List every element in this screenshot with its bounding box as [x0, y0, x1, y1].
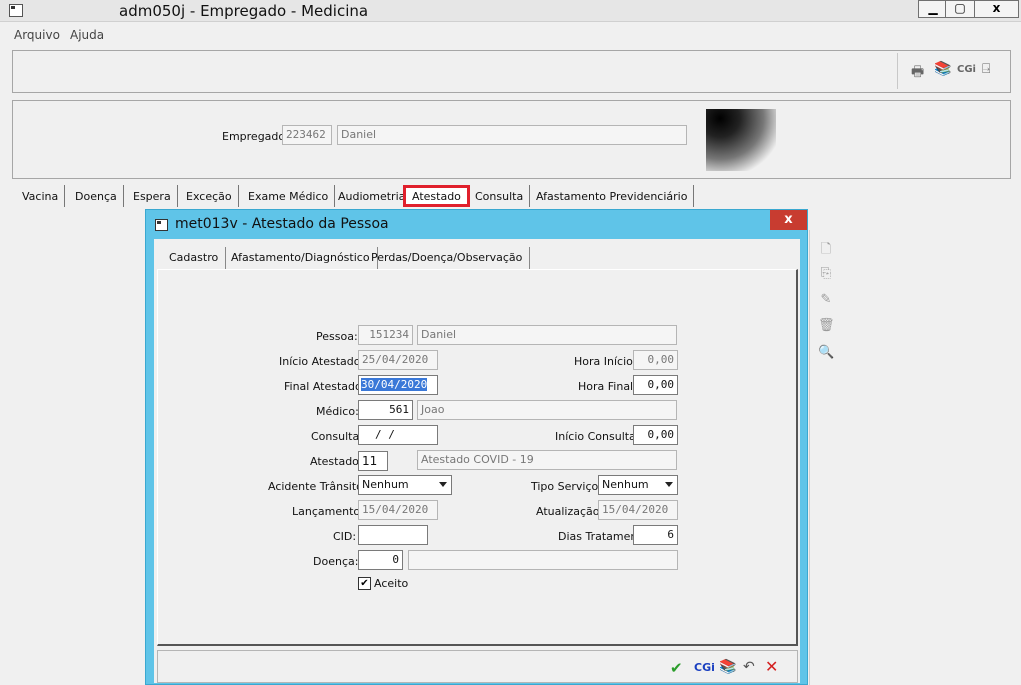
toolbar-panel: [12, 50, 1011, 93]
app-icon: [9, 4, 23, 17]
books-icon[interactable]: 📚: [934, 61, 951, 81]
consulta-field[interactable]: / /: [358, 425, 438, 445]
inicio-consulta-label: Início Consulta:: [555, 430, 640, 443]
employee-code-field: 223462: [282, 125, 332, 145]
tab-afastamento-diagnostico[interactable]: Afastamento/Diagnóstico: [224, 247, 378, 269]
search-icon[interactable]: 🔍: [818, 345, 834, 361]
tipo-servico-select[interactable]: Nenhum: [598, 475, 678, 495]
atestado-description-field: Atestado COVID - 19: [417, 450, 677, 470]
menu-arquivo[interactable]: Arquivo: [14, 28, 60, 42]
minimize-button[interactable]: ▁: [918, 0, 948, 18]
window-close-button[interactable]: x: [974, 0, 1019, 18]
doenca-label: Doença:: [313, 555, 359, 568]
lancamento-field: 15/04/2020: [358, 500, 438, 520]
acidente-transito-label: Acidente Trânsito:: [268, 480, 367, 493]
employee-label: Empregado:: [222, 130, 289, 143]
tab-excecao[interactable]: Exceção: [180, 185, 239, 207]
dialog-close-button[interactable]: x: [770, 210, 807, 230]
atestado-label: Atestado:: [310, 455, 363, 468]
tab-espera[interactable]: Espera: [127, 185, 178, 207]
tab-cadastro[interactable]: Cadastro: [162, 247, 227, 269]
atestado-code-field[interactable]: 11: [358, 451, 388, 471]
inicio-atestado-field: 25/04/2020: [358, 350, 438, 370]
atestado-dialog: met013v - Atestado da Pessoa x Cadastro …: [145, 209, 808, 685]
restore-button[interactable]: ▢: [945, 0, 975, 18]
form-panel: Pessoa: 151234 Daniel Início Atestado: 2…: [157, 269, 798, 646]
menu-bar: Arquivo Ajuda: [0, 24, 1021, 46]
dias-tratamento-field[interactable]: 6: [633, 525, 678, 545]
tipo-servico-label: Tipo Serviço:: [531, 480, 602, 493]
medico-code-field[interactable]: 561: [358, 400, 413, 420]
medico-label: Médico:: [316, 405, 359, 418]
pessoa-code-field: 151234: [358, 325, 413, 345]
atualizacao-field: 15/04/2020: [598, 500, 678, 520]
acidente-transito-value: Nenhum: [362, 478, 409, 491]
chevron-down-icon: [665, 482, 673, 487]
new-document-icon[interactable]: 🗋: [818, 240, 834, 257]
dialog-icon: [155, 219, 168, 231]
tab-afastamento-previdenciario[interactable]: Afastamento Previdenciário: [530, 185, 695, 207]
window-title-bar: adm050j - Empregado - Medicina ▁ ▢ x: [0, 0, 1021, 22]
hora-final-label: Hora Final:: [578, 380, 637, 393]
hora-final-field[interactable]: 0,00: [633, 375, 678, 395]
cid-label: CID:: [333, 530, 357, 543]
hora-inicio-label: Hora Início:: [574, 355, 637, 368]
inicio-consulta-field[interactable]: 0,00: [633, 425, 678, 445]
dialog-body: Cadastro Afastamento/Diagnóstico Perdas/…: [154, 239, 800, 683]
dialog-button-panel: ✔ CGi 📚 ↶ ✕: [157, 650, 798, 683]
tab-doenca[interactable]: Doença: [69, 185, 124, 207]
cgi-icon[interactable]: CGi: [957, 64, 976, 84]
final-atestado-label: Final Atestado:: [284, 380, 366, 393]
acidente-transito-select[interactable]: Nenhum: [358, 475, 452, 495]
tab-atestado[interactable]: Atestado: [403, 185, 470, 207]
doenca-code-field[interactable]: 0: [358, 550, 403, 570]
cgi-icon[interactable]: CGi: [694, 661, 715, 674]
menu-ajuda[interactable]: Ajuda: [70, 28, 104, 42]
tab-audiometria[interactable]: Audiometria: [332, 185, 413, 207]
inicio-atestado-label: Início Atestado:: [279, 355, 365, 368]
tab-perdas-doenca-observacao[interactable]: Perdas/Doença/Observação: [364, 247, 531, 269]
tab-consulta[interactable]: Consulta: [469, 185, 531, 207]
cancel-x-icon[interactable]: ✕: [765, 657, 778, 676]
tipo-servico-value: Nenhum: [602, 478, 649, 491]
chevron-down-icon: [439, 482, 447, 487]
lancamento-label: Lançamento:: [292, 505, 364, 518]
exit-door-icon[interactable]: ⍈: [982, 61, 990, 81]
employee-name-field: Daniel: [337, 125, 687, 145]
side-divider: [809, 230, 810, 685]
hora-inicio-field: 0,00: [633, 350, 678, 370]
employee-photo: [706, 109, 776, 171]
pessoa-name-field: Daniel: [417, 325, 677, 345]
window-title: adm050j - Empregado - Medicina: [119, 2, 369, 20]
tab-exame-medico[interactable]: Exame Médico: [242, 185, 336, 207]
final-atestado-selected-text: 30/04/2020: [361, 378, 428, 391]
copy-icon[interactable]: ⎘: [818, 266, 834, 282]
trash-icon[interactable]: 🗑: [818, 318, 835, 334]
consulta-label: Consulta:: [311, 430, 363, 443]
tab-vacina[interactable]: Vacina: [16, 185, 66, 207]
undo-icon[interactable]: ↶: [743, 659, 755, 675]
aceito-checkbox[interactable]: ✔: [358, 577, 371, 590]
printer-icon[interactable]: 🖶: [911, 61, 924, 81]
final-atestado-field[interactable]: 30/04/2020: [358, 375, 438, 395]
aceito-label: Aceito: [374, 577, 409, 590]
confirm-check-icon[interactable]: ✔: [670, 659, 683, 677]
atualizacao-label: Atualização:: [536, 505, 604, 518]
dialog-title-bar: met013v - Atestado da Pessoa x: [146, 210, 807, 239]
cid-field[interactable]: [358, 525, 428, 545]
doenca-description-field: [408, 550, 678, 570]
dialog-title: met013v - Atestado da Pessoa: [175, 216, 389, 232]
edit-icon[interactable]: ✎: [818, 292, 834, 308]
books-icon[interactable]: 📚: [719, 659, 736, 675]
toolbar-divider: [897, 53, 898, 89]
medico-name-field: Joao: [417, 400, 677, 420]
pessoa-label: Pessoa:: [316, 330, 358, 343]
